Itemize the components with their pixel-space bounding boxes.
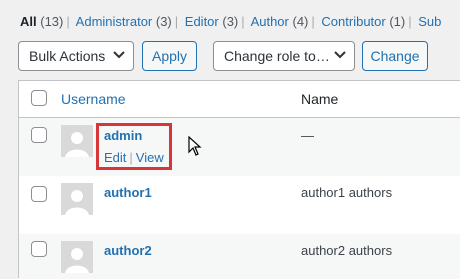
username-link[interactable]: author2 [104, 243, 152, 258]
filter-all-label[interactable]: All [20, 14, 37, 29]
filter-all[interactable]: All (13) [20, 14, 63, 29]
users-table: Username Name admin Edit | View — author1 … [18, 80, 460, 279]
chevron-down-icon [113, 51, 125, 59]
avatar-silhouette-icon [61, 183, 93, 215]
filter-editor-count: (3) [222, 14, 239, 29]
separator: | [311, 14, 315, 29]
filter-subscriber-link[interactable]: Sub [418, 14, 441, 29]
name-cell: author1 authors [301, 185, 393, 200]
avatar [61, 125, 93, 157]
change-role-button[interactable]: Change [362, 41, 428, 71]
filter-administrator-link[interactable]: Administrator [76, 14, 153, 29]
avatar-silhouette-icon [61, 241, 93, 273]
avatar [61, 241, 93, 273]
chevron-down-icon [334, 51, 346, 59]
row-checkbox[interactable] [31, 127, 47, 143]
separator: | [66, 14, 70, 29]
table-row: admin Edit | View — [19, 118, 460, 176]
filter-administrator[interactable]: Administrator (3) [76, 14, 172, 29]
separator: | [241, 14, 245, 29]
filter-administrator-count: (3) [155, 14, 172, 29]
highlight-box [96, 123, 172, 170]
apply-button[interactable]: Apply [142, 41, 197, 71]
row-checkbox[interactable] [31, 241, 47, 257]
table-row: author2 author2 authors [19, 234, 460, 279]
role-filter-links: All (13) | Administrator (3) | Editor (3) |… [20, 14, 441, 29]
table-row: author1 author1 authors [19, 176, 460, 234]
mouse-cursor-icon [188, 136, 202, 156]
avatar-silhouette-icon [61, 125, 93, 157]
filter-editor[interactable]: Editor (3) [185, 14, 238, 29]
bulk-actions-value: Bulk Actions [29, 48, 106, 64]
column-header-username[interactable]: Username [61, 91, 126, 107]
filter-author[interactable]: Author (4) [251, 14, 309, 29]
row-checkbox[interactable] [31, 186, 47, 202]
avatar [61, 183, 93, 215]
column-header-name: Name [301, 91, 339, 107]
table-header: Username Name [19, 81, 460, 118]
filter-contributor-count: (1) [389, 14, 406, 29]
name-cell: — [301, 128, 314, 143]
filter-all-count: (13) [40, 14, 64, 29]
filter-author-count: (4) [292, 14, 309, 29]
separator: | [408, 14, 412, 29]
filter-subscriber[interactable]: Sub [418, 14, 441, 29]
separator: | [174, 14, 179, 29]
name-cell: author2 authors [301, 243, 393, 258]
filter-contributor-link[interactable]: Contributor [321, 14, 385, 29]
filter-author-link[interactable]: Author [251, 14, 289, 29]
bulk-actions-select[interactable]: Bulk Actions [18, 41, 134, 71]
username-link[interactable]: author1 [104, 185, 152, 200]
change-role-select[interactable]: Change role to… [213, 41, 355, 71]
select-all-checkbox[interactable] [31, 90, 47, 106]
change-role-value: Change role to… [224, 48, 330, 64]
filter-contributor[interactable]: Contributor (1) [321, 14, 405, 29]
filter-editor-link[interactable]: Editor [185, 14, 219, 29]
